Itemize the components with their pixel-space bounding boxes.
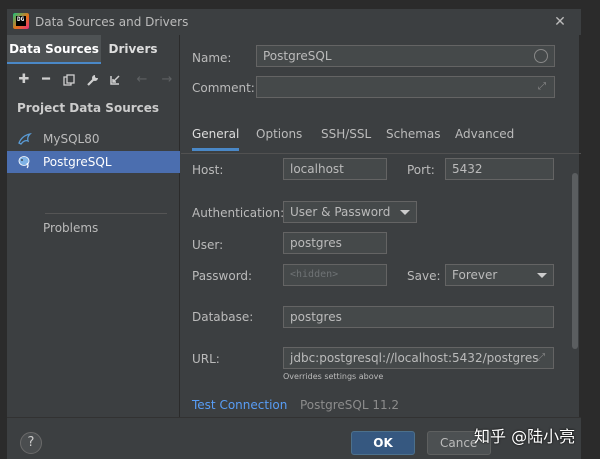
copy-icon[interactable] xyxy=(60,71,78,89)
back-arrow-icon[interactable]: ← xyxy=(133,71,151,89)
color-circle-icon[interactable] xyxy=(534,49,548,63)
tab-options[interactable]: Options xyxy=(256,125,302,151)
title-bar: DG Data Sources and Drivers ✕ xyxy=(7,9,581,35)
chevron-down-icon xyxy=(537,273,547,278)
user-field[interactable]: postgres xyxy=(283,232,387,254)
ok-button[interactable]: OK xyxy=(351,431,415,455)
url-value: jdbc:postgresql://localhost:5432/postgre… xyxy=(290,351,539,365)
postgresql-elephant-icon xyxy=(18,156,30,169)
problems-item[interactable]: Problems xyxy=(43,221,98,235)
authentication-value: User & Password xyxy=(290,205,391,219)
save-select[interactable]: Forever xyxy=(445,264,554,286)
tree-item-label: MySQL80 xyxy=(43,132,100,146)
tree-item-postgresql[interactable]: PostgreSQL xyxy=(7,151,180,173)
left-divider xyxy=(45,213,167,214)
url-field[interactable]: jdbc:postgresql://localhost:5432/postgre… xyxy=(283,347,554,369)
host-field[interactable]: localhost xyxy=(283,158,387,180)
close-icon[interactable]: ✕ xyxy=(552,14,568,30)
vertical-scrollbar[interactable] xyxy=(571,165,579,415)
chevron-down-icon xyxy=(400,210,410,215)
tree-item-mysql80[interactable]: MySQL80 xyxy=(7,128,180,150)
project-data-sources-label: Project Data Sources xyxy=(17,101,160,115)
password-field[interactable]: <hidden> xyxy=(283,264,387,286)
user-label: User: xyxy=(192,238,224,252)
port-field[interactable]: 5432 xyxy=(445,158,554,180)
expand-icon[interactable]: ⤢ xyxy=(534,351,548,365)
save-label: Save: xyxy=(407,269,441,283)
right-panel: Name: PostgreSQL Comment: ⤢ General Opti… xyxy=(181,35,581,417)
host-label: Host: xyxy=(192,163,224,177)
expand-icon[interactable]: ⤢ xyxy=(535,80,549,94)
left-toolbar: ✚ ━ ← → xyxy=(7,67,180,93)
comment-label: Comment: xyxy=(192,81,255,95)
watermark: 知乎 @陆小亮 xyxy=(474,427,576,446)
tab-data-sources[interactable]: Data Sources xyxy=(7,35,101,64)
tab-drivers[interactable]: Drivers xyxy=(101,35,165,64)
wrench-icon[interactable] xyxy=(83,71,101,89)
authentication-select[interactable]: User & Password xyxy=(283,201,417,223)
help-button[interactable]: ? xyxy=(20,432,42,454)
mysql-dolphin-icon xyxy=(18,132,32,145)
name-label: Name: xyxy=(192,51,232,65)
window-title: Data Sources and Drivers xyxy=(35,15,189,29)
name-value: PostgreSQL xyxy=(263,49,332,63)
name-field[interactable]: PostgreSQL xyxy=(256,45,555,67)
left-panel: Data Sources Drivers ✚ ━ ← → Project Dat… xyxy=(7,35,180,417)
tabs-underline xyxy=(181,153,581,154)
minus-icon[interactable]: ━ xyxy=(37,71,55,89)
data-sources-dialog: DG Data Sources and Drivers ✕ Data Sourc… xyxy=(6,8,581,459)
port-label: Port: xyxy=(407,163,435,177)
tab-schemas[interactable]: Schemas xyxy=(386,125,441,151)
import-icon[interactable] xyxy=(106,71,124,89)
tree-item-label: PostgreSQL xyxy=(43,155,112,169)
driver-version: PostgreSQL 11.2 xyxy=(300,398,400,412)
save-value: Forever xyxy=(452,268,498,282)
database-label: Database: xyxy=(192,310,254,324)
url-label: URL: xyxy=(192,352,220,366)
tab-general[interactable]: General xyxy=(192,125,240,151)
test-connection-link[interactable]: Test Connection xyxy=(192,398,287,412)
comment-field[interactable]: ⤢ xyxy=(256,76,555,98)
datagrip-app-icon: DG xyxy=(13,13,29,29)
plus-icon[interactable]: ✚ xyxy=(15,71,33,89)
tab-ssh-ssl[interactable]: SSH/SSL xyxy=(321,125,371,151)
scrollbar-thumb[interactable] xyxy=(572,173,578,349)
password-label: Password: xyxy=(192,269,253,283)
authentication-label: Authentication: xyxy=(192,206,285,220)
url-hint: Overrides settings above xyxy=(283,372,384,381)
left-tabs: Data Sources Drivers xyxy=(7,35,180,64)
database-field[interactable]: postgres xyxy=(283,306,554,328)
forward-arrow-icon[interactable]: → xyxy=(158,71,176,89)
tab-advanced[interactable]: Advanced xyxy=(455,125,514,151)
